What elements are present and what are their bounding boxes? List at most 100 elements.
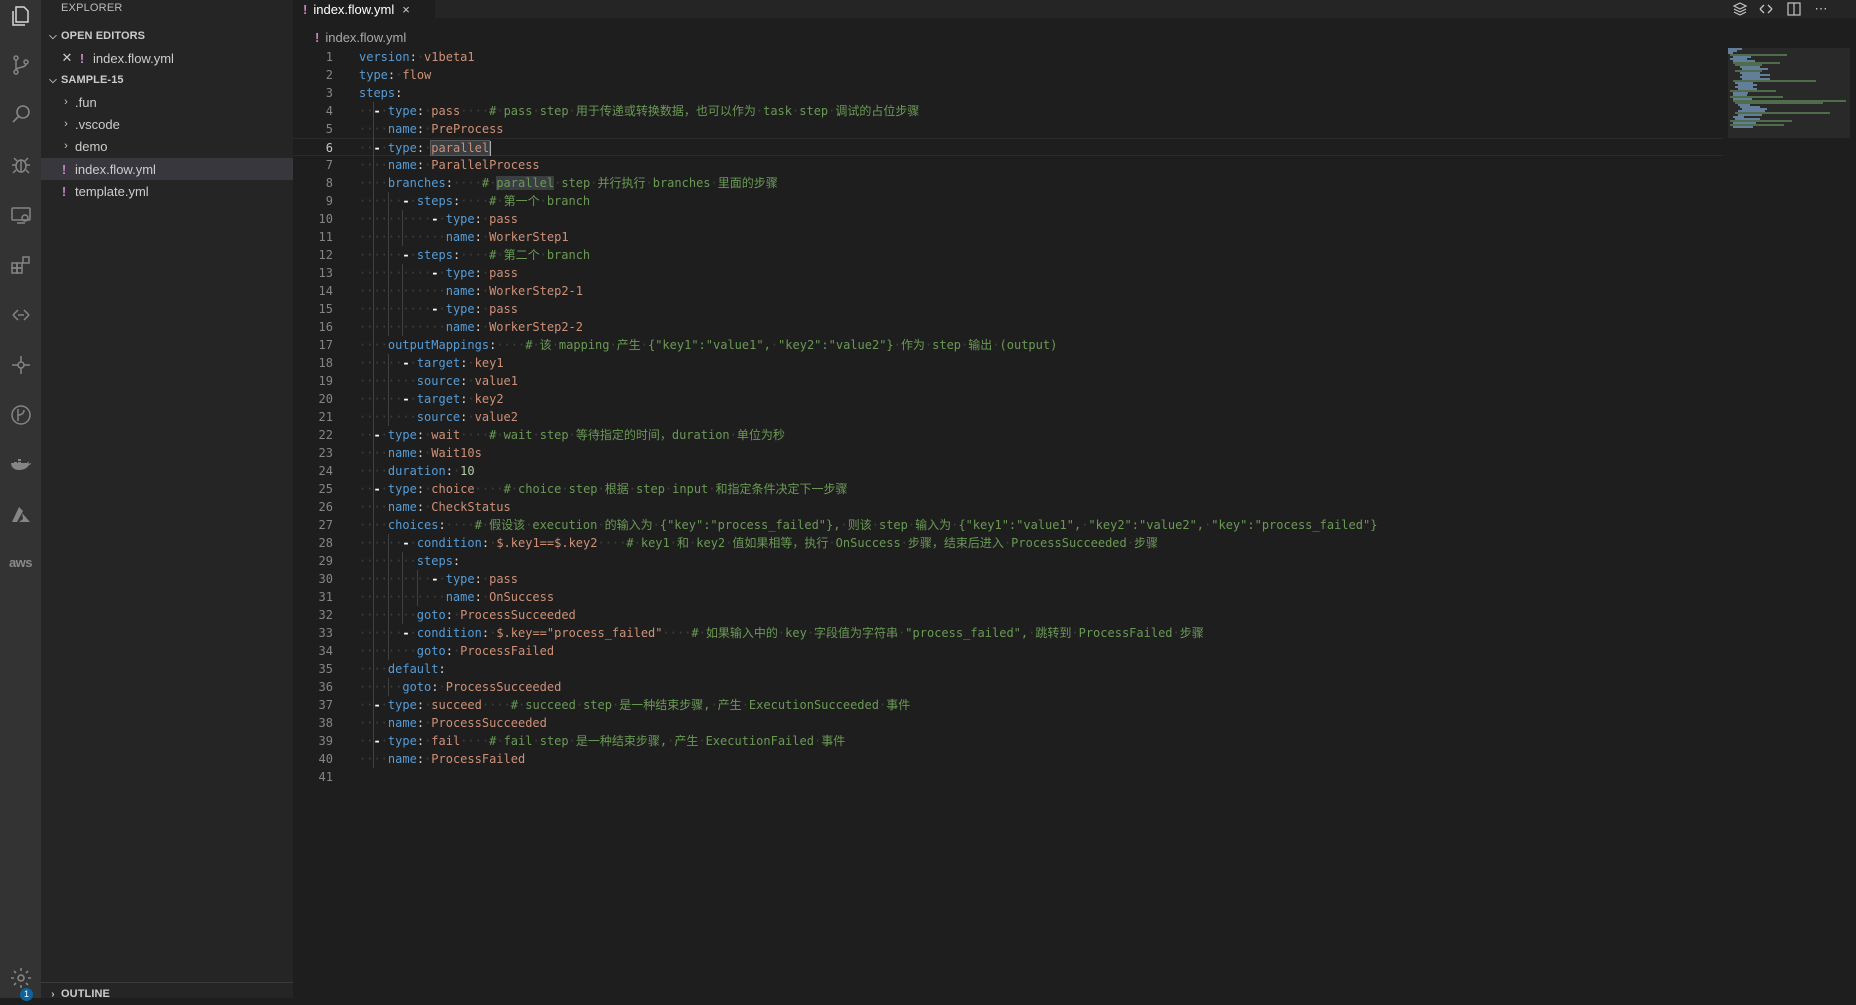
code-line[interactable]: 33 ······-·condition:·$.key=="process_fai… [293, 624, 1723, 642]
tree-item-template[interactable]: ! template.yml [41, 180, 293, 202]
aliyun-deploy-icon[interactable] [1729, 0, 1751, 18]
minimap-slider[interactable] [1728, 48, 1850, 138]
line-number: 25 [318, 482, 333, 496]
code-line[interactable]: 11 ············name:·WorkerStep1 [293, 228, 1723, 246]
line-number: 18 [318, 356, 333, 370]
serverless-action-icon[interactable] [1755, 0, 1777, 18]
tree-item-demo[interactable]: › demo [41, 135, 293, 157]
line-number: 19 [318, 374, 333, 388]
code-line[interactable]: 17 ····outputMappings:····#·该·mapping·产生·… [293, 336, 1723, 354]
code-line[interactable]: 22 ··-·type:·wait····#·wait·step·等待指定的时间，… [293, 426, 1723, 444]
code-text: ··-·type:·succeed····#·succeed·step·是一种结… [359, 698, 911, 712]
azure-icon[interactable] [0, 495, 41, 535]
aws-icon[interactable]: aws [0, 542, 41, 582]
breadcrumb[interactable]: ! index.flow.yml [293, 26, 406, 48]
code-line[interactable]: 29········steps: [293, 552, 1723, 570]
code-line[interactable]: 6 ··-·type:·parallel [293, 138, 1723, 156]
tree-item-fun[interactable]: › .fun [41, 91, 293, 113]
tab-index-flow[interactable]: ! index.flow.yml × [293, 0, 435, 18]
code-line[interactable]: 26 ····name:·CheckStatus [293, 498, 1723, 516]
code-line[interactable]: 19 ········source:·value1 [293, 372, 1723, 390]
tree-item-vscode[interactable]: › .vscode [41, 113, 293, 135]
line-number: 28 [318, 536, 333, 550]
tree-item-index-flow[interactable]: ! index.flow.yml [41, 158, 293, 180]
code-line[interactable]: 3 steps: [293, 84, 1723, 102]
function-compute-icon[interactable] [0, 345, 41, 385]
code-line[interactable]: 32 ········goto:·ProcessSucceeded [293, 606, 1723, 624]
line-number: 17 [318, 338, 333, 352]
settings-badge: 1 [20, 988, 33, 1001]
line-number: 11 [318, 230, 333, 244]
line-number: 39 [318, 734, 333, 748]
indent-guide [373, 102, 375, 768]
line-number: 7 [325, 158, 333, 172]
code-editor[interactable]: 1 version:·v1beta1 2 type:·flow 3 steps: 4 ··-·… [293, 48, 1723, 788]
code-text: ······-·steps:····#·第二个·branch [359, 248, 591, 262]
line-number: 6 [325, 141, 333, 155]
code-text: ······-·condition:·$.key=="process_faile… [359, 626, 1204, 640]
more-actions-icon[interactable]: ⋯ [1810, 0, 1832, 18]
code-line[interactable]: 18 ······-·target:·key1 [293, 354, 1723, 372]
code-line[interactable]: 24 ····duration:·10 [293, 462, 1723, 480]
code-line[interactable]: 23 ····name:·Wait10s [293, 444, 1723, 462]
workspace-header[interactable]: ⌵ SAMPLE-15 [41, 69, 293, 91]
code-line[interactable]: 41 [293, 768, 1723, 786]
workspace-label: SAMPLE-15 [61, 74, 124, 86]
source-control-icon[interactable] [0, 45, 41, 85]
code-line[interactable]: 20 ······-·target:·key2 [293, 390, 1723, 408]
code-text: ····name:·Wait10s [359, 446, 482, 460]
tab-label: index.flow.yml [313, 1, 395, 17]
remote-explorer-icon[interactable] [0, 195, 41, 235]
extensions-icon[interactable] [0, 245, 41, 285]
code-line[interactable]: 27 ····choices:····#·假设该·execution·的输入为·{… [293, 516, 1723, 534]
code-line[interactable]: 8 ····branches:····#·parallel·step·并行执行·b… [293, 174, 1723, 192]
code-line[interactable]: 16 ············name:·WorkerStep2-2 [293, 318, 1723, 336]
code-text: ····default: [359, 662, 446, 676]
code-line[interactable]: 15 ··········-·type:·pass [293, 300, 1723, 318]
code-text: ····name:·PreProcess [359, 122, 504, 136]
code-line[interactable]: 13 ··········-·type:·pass [293, 264, 1723, 282]
code-line[interactable]: 9 ······-·steps:····#·第一个·branch [293, 192, 1723, 210]
code-line[interactable]: 37 ··-·type:·succeed····#·succeed·step·是一… [293, 696, 1723, 714]
code-line[interactable]: 4 ··-·type:·pass····#·pass·step·用于传递或转换数据… [293, 102, 1723, 120]
activity-bar: aws 1 [0, 0, 41, 1001]
open-editors-header[interactable]: ⌵ OPEN EDITORS [41, 25, 293, 47]
code-text: ············name:·WorkerStep1 [359, 230, 569, 244]
open-editor-file-label: index.flow.yml [93, 50, 174, 66]
open-editor-item[interactable]: ✕ ! index.flow.yml [41, 47, 293, 69]
code-line[interactable]: 5 ····name:·PreProcess [293, 120, 1723, 138]
indent-guide [402, 264, 404, 336]
search-icon[interactable] [0, 95, 41, 135]
tab-close-icon[interactable]: × [402, 2, 410, 17]
serverless-icon[interactable] [0, 295, 41, 335]
code-line[interactable]: 40 ····name:·ProcessFailed [293, 750, 1723, 768]
git-graph-icon[interactable] [0, 395, 41, 435]
code-line[interactable]: 31············name:·OnSuccess [293, 588, 1723, 606]
code-line[interactable]: 25 ··-·type:·choice····#·choice·step·根据·s… [293, 480, 1723, 498]
code-line[interactable]: 38 ····name:·ProcessSucceeded [293, 714, 1723, 732]
code-text: ········goto:·ProcessSucceeded [359, 608, 576, 622]
code-line[interactable]: 39 ··-·type:·fail····#·fail·step·是一种结束步骤,… [293, 732, 1723, 750]
code-line[interactable]: 12 ······-·steps:····#·第二个·branch [293, 246, 1723, 264]
code-line[interactable]: 35 ····default: [293, 660, 1723, 678]
code-line[interactable]: 34········goto:·ProcessFailed [293, 642, 1723, 660]
debug-icon[interactable] [0, 145, 41, 185]
close-icon[interactable]: ✕ [59, 50, 75, 66]
code-line[interactable]: 30 ··········-·type:·pass [293, 570, 1723, 588]
split-editor-icon[interactable] [1783, 0, 1805, 18]
code-line[interactable]: 10 ··········-·type:·pass [293, 210, 1723, 228]
tree-item-label: .fun [75, 94, 97, 110]
code-text: ······goto:·ProcessSucceeded [359, 680, 562, 694]
code-line[interactable]: 2 type:·flow [293, 66, 1723, 84]
code-line[interactable]: 14 ············name:·WorkerStep2-1 [293, 282, 1723, 300]
code-line[interactable]: 36 ······goto:·ProcessSucceeded [293, 678, 1723, 696]
docker-icon[interactable] [0, 445, 41, 485]
code-line[interactable]: 21 ········source:·value2 [293, 408, 1723, 426]
outline-header[interactable]: › OUTLINE [41, 982, 293, 1005]
indent-guide [387, 192, 389, 336]
code-line[interactable]: 1 version:·v1beta1 [293, 48, 1723, 66]
code-line[interactable]: 28 ······-·condition:·$.key1==$.key2····#… [293, 534, 1723, 552]
code-line[interactable]: 7 ····name:·ParallelProcess [293, 156, 1723, 174]
code-text: ········source:·value1 [359, 374, 518, 388]
explorer-icon[interactable] [0, 0, 41, 36]
